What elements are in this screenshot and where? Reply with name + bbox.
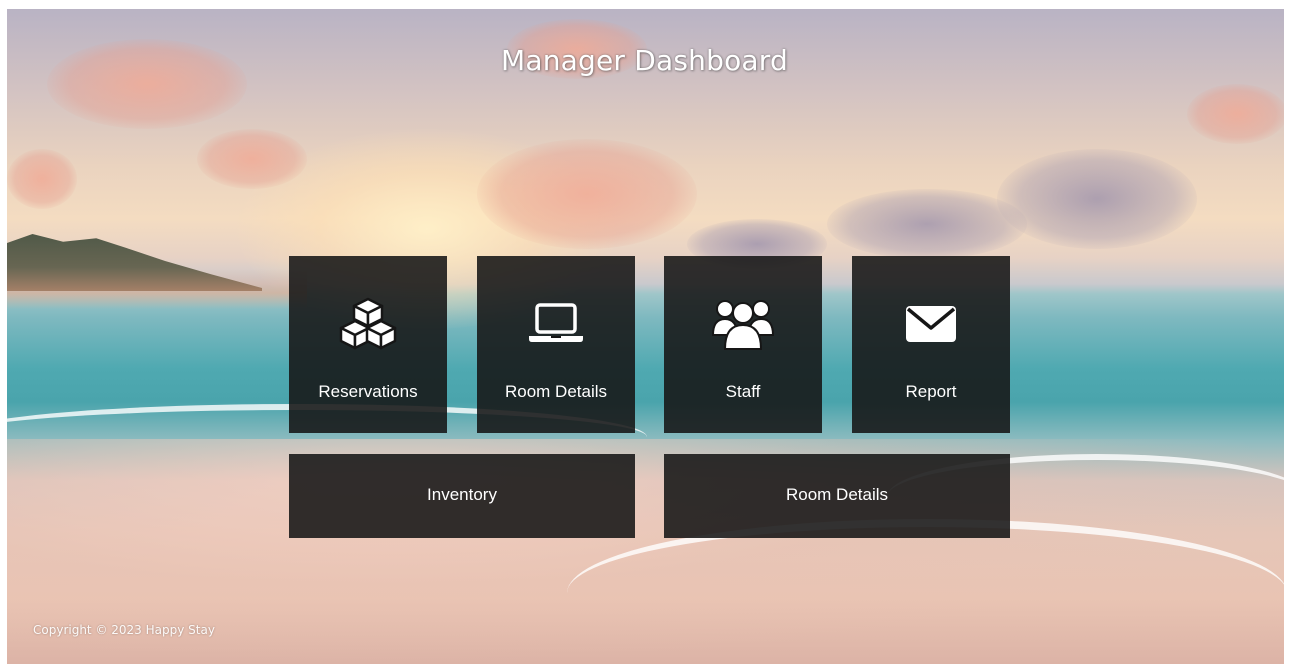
tile-label: Room Details — [504, 382, 608, 401]
island-silhouette — [7, 234, 262, 291]
cloud — [7, 149, 77, 209]
tile-label: Inventory — [427, 485, 497, 504]
background-image — [7, 9, 1284, 664]
cloud — [477, 139, 697, 249]
users-icon — [664, 296, 822, 350]
copyright-text: Copyright © 2023 Happy Stay — [33, 623, 215, 637]
tile-room-details-wide[interactable]: Room Details — [664, 454, 1010, 538]
envelope-icon — [852, 296, 1010, 350]
tile-label: Staff — [725, 382, 761, 401]
tile-room-details[interactable]: Room Details — [477, 256, 635, 433]
tile-label: Reservations — [318, 382, 418, 401]
wave-foam — [567, 519, 1284, 664]
cloud — [997, 149, 1197, 249]
laptop-icon — [477, 296, 635, 350]
tile-inventory[interactable]: Inventory — [289, 454, 635, 538]
cloud — [197, 129, 307, 189]
tile-label: Report — [905, 382, 957, 401]
tile-staff[interactable]: Staff — [664, 256, 822, 433]
cubes-icon — [289, 296, 447, 350]
tile-report[interactable]: Report — [852, 256, 1010, 433]
cloud — [1187, 84, 1284, 144]
tile-reservations[interactable]: Reservations — [289, 256, 447, 433]
tile-label: Room Details — [785, 485, 889, 504]
page-title: Manager Dashboard — [501, 44, 788, 77]
